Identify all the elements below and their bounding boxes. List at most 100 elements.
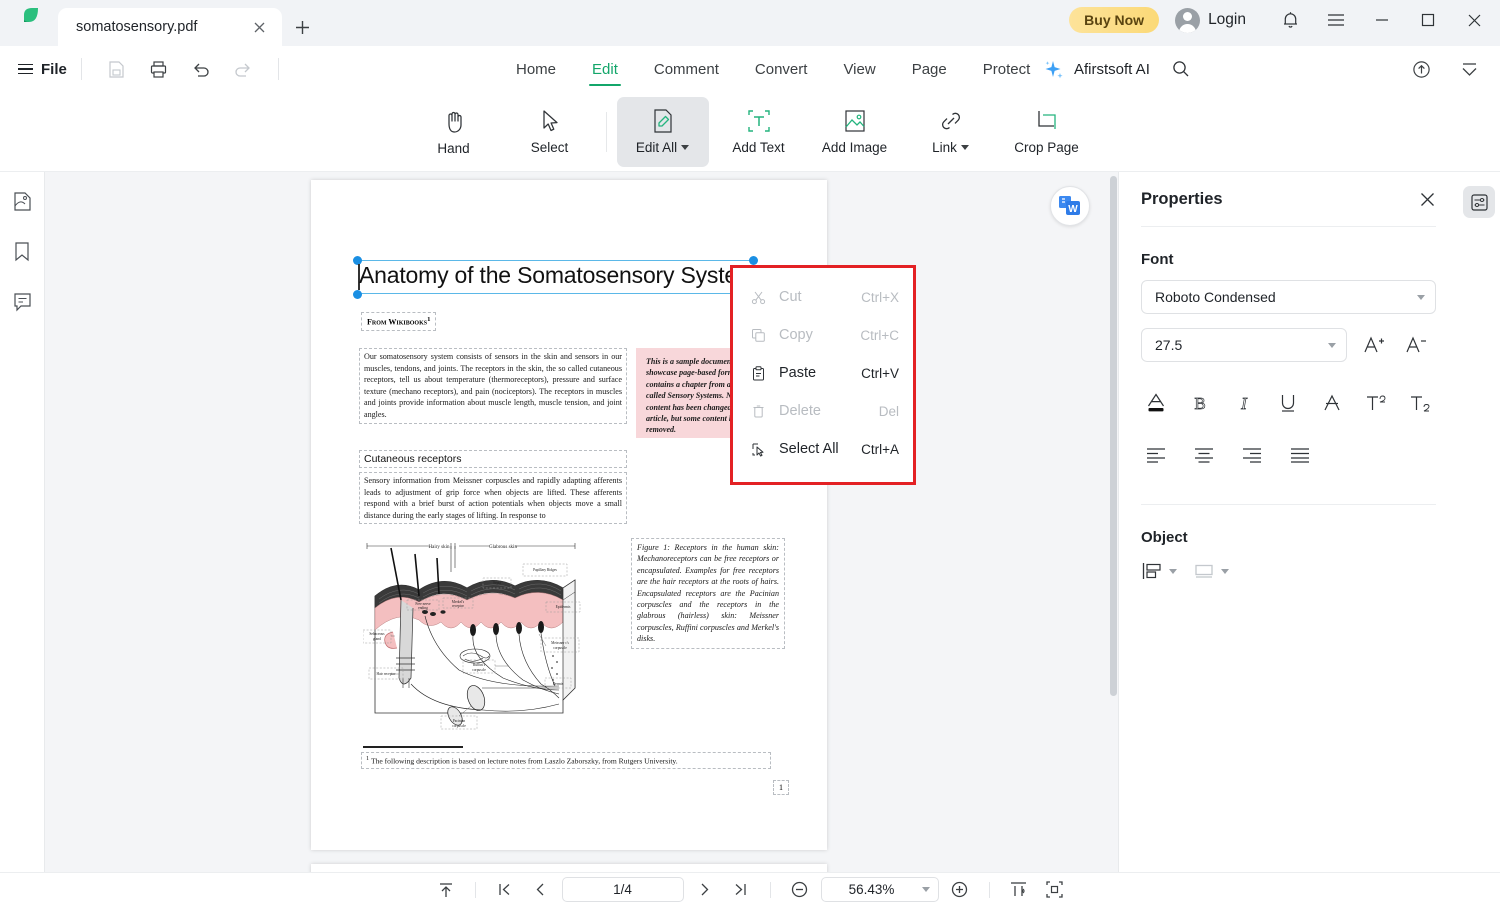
object-arrange-button[interactable]: [1193, 560, 1229, 582]
document-heading-2[interactable]: Cutaneous receptors: [359, 450, 627, 468]
zoom-out-icon[interactable]: [785, 877, 815, 903]
font-size-select[interactable]: 27.5: [1141, 328, 1347, 362]
window-close-icon[interactable]: [1452, 4, 1496, 36]
link-button[interactable]: Link: [905, 97, 997, 167]
context-menu-item-paste[interactable]: Paste Ctrl+V: [733, 354, 913, 392]
undo-icon[interactable]: [180, 53, 222, 85]
tab-edit[interactable]: Edit: [574, 46, 636, 92]
pdf-page-2[interactable]: [311, 864, 827, 872]
properties-panel-icon[interactable]: [1463, 186, 1495, 218]
tab-protect[interactable]: Protect: [965, 46, 1049, 92]
document-paragraph-1[interactable]: Our somatosensory system consists of sen…: [359, 348, 627, 424]
object-align-icon: [1141, 560, 1163, 582]
redo-icon[interactable]: [222, 53, 264, 85]
align-right-icon[interactable]: [1237, 440, 1267, 470]
close-icon[interactable]: [1419, 191, 1436, 208]
chevron-down-icon[interactable]: [1221, 568, 1229, 574]
zoom-in-icon[interactable]: [945, 877, 975, 903]
document-title[interactable]: Anatomy of the Somatosensory System: [359, 262, 759, 289]
document-footnote[interactable]: 1 The following description is based on …: [361, 752, 771, 769]
chevron-down-icon[interactable]: [681, 145, 690, 150]
login-button[interactable]: Login: [1175, 7, 1246, 33]
svg-text:Papillary Ridges: Papillary Ridges: [533, 568, 557, 572]
avatar: [1175, 7, 1201, 33]
menu-bar: File Home Edit Comment Convert View Page…: [0, 46, 1500, 92]
bell-icon[interactable]: [1268, 4, 1312, 36]
document-tab[interactable]: somatosensory.pdf: [58, 8, 282, 46]
scroll-to-top-icon[interactable]: [431, 877, 461, 903]
add-text-button[interactable]: Add Text: [713, 97, 805, 167]
first-page-icon[interactable]: [490, 877, 520, 903]
scrollbar-thumb[interactable]: [1110, 176, 1117, 696]
file-menu-button[interactable]: File: [18, 61, 67, 78]
ribbon-tabs: Home Edit Comment Convert View Page Prot…: [498, 46, 1048, 92]
context-menu-item-copy[interactable]: Copy Ctrl+C: [733, 316, 913, 354]
font-color-icon[interactable]: [1141, 388, 1171, 418]
context-menu-item-select-all[interactable]: Select All Ctrl+A: [733, 430, 913, 468]
context-menu[interactable]: Cut Ctrl+X Copy Ctrl+C Paste Ctrl+V Dele…: [733, 268, 913, 482]
hamburger-icon[interactable]: [1314, 4, 1358, 36]
chevron-down-icon: [1417, 294, 1425, 300]
context-menu-item-cut[interactable]: Cut Ctrl+X: [733, 278, 913, 316]
divider: [769, 881, 771, 898]
zoom-level-select[interactable]: 56.43%: [820, 877, 939, 902]
tab-convert[interactable]: Convert: [737, 46, 826, 92]
collapse-ribbon-icon[interactable]: [1448, 53, 1490, 85]
fit-page-icon[interactable]: [1040, 877, 1070, 903]
add-image-button[interactable]: Add Image: [809, 97, 901, 167]
save-icon[interactable]: [96, 53, 138, 85]
afirstsoft-ai-button[interactable]: Afirstsoft AI: [1042, 58, 1190, 80]
decrease-font-icon[interactable]: [1401, 330, 1431, 360]
context-menu-item-delete[interactable]: Delete Del: [733, 392, 913, 430]
align-justify-icon[interactable]: [1285, 440, 1315, 470]
minimize-icon[interactable]: [1360, 4, 1404, 36]
figure-caption[interactable]: Figure 1: Receptors in the human skin: M…: [631, 538, 785, 649]
hand-tool-button[interactable]: Hand: [408, 97, 500, 167]
increase-font-icon[interactable]: [1359, 330, 1389, 360]
superscript-icon[interactable]: [1361, 388, 1391, 418]
tab-home[interactable]: Home: [498, 46, 574, 92]
document-source-line[interactable]: From Wikibooks1: [361, 312, 437, 331]
font-family-select[interactable]: Roboto Condensed: [1141, 280, 1436, 314]
chevron-down-icon[interactable]: [960, 145, 969, 150]
next-page-icon[interactable]: [690, 877, 720, 903]
cloud-upload-icon[interactable]: [1400, 53, 1442, 85]
close-icon[interactable]: [248, 16, 270, 38]
tab-comment[interactable]: Comment: [636, 46, 737, 92]
object-align-button[interactable]: [1141, 560, 1177, 582]
convert-to-word-icon[interactable]: W: [1050, 186, 1090, 226]
tab-page[interactable]: Page: [894, 46, 965, 92]
maximize-icon[interactable]: [1406, 4, 1450, 36]
italic-icon[interactable]: I: [1229, 388, 1259, 418]
select-tool-button[interactable]: Select: [504, 97, 596, 167]
chevron-down-icon[interactable]: [1169, 568, 1177, 574]
edit-all-button[interactable]: Edit All: [616, 96, 709, 167]
previous-page-icon[interactable]: [526, 877, 556, 903]
last-page-icon[interactable]: [726, 877, 756, 903]
add-image-label: Add Image: [821, 140, 888, 155]
buy-now-button[interactable]: Buy Now: [1069, 7, 1160, 33]
subscript-icon[interactable]: [1405, 388, 1435, 418]
page-indicator[interactable]: 1/4: [561, 877, 684, 902]
document-paragraph-2[interactable]: Sensory information from Meissner corpus…: [359, 472, 627, 525]
underline-icon[interactable]: [1273, 388, 1303, 418]
document-viewport[interactable]: W Anatomy of the Somatosensory System Fr…: [45, 172, 1118, 872]
comment-icon[interactable]: [5, 284, 39, 318]
bookmark-icon[interactable]: [5, 234, 39, 268]
fit-width-icon[interactable]: [1004, 877, 1034, 903]
strikethrough-icon[interactable]: [1317, 388, 1347, 418]
align-center-icon[interactable]: [1189, 440, 1219, 470]
document-scrollbar[interactable]: [1109, 172, 1118, 872]
copy-icon: [749, 326, 767, 344]
crop-page-button[interactable]: Crop Page: [1001, 97, 1093, 167]
tab-view[interactable]: View: [825, 46, 893, 92]
search-icon[interactable]: [1172, 60, 1190, 78]
new-tab-button[interactable]: [282, 8, 322, 46]
bold-icon[interactable]: B: [1185, 388, 1215, 418]
document-page-number[interactable]: 1: [773, 780, 789, 795]
skin-anatomy-figure[interactable]: Hairy skin Glabrous skin Papillary Ridge…: [363, 538, 585, 738]
align-left-icon[interactable]: [1141, 440, 1171, 470]
thumbnail-icon[interactable]: [5, 184, 39, 218]
print-icon[interactable]: [138, 53, 180, 85]
selection-handle-bottom-left[interactable]: [353, 290, 362, 299]
